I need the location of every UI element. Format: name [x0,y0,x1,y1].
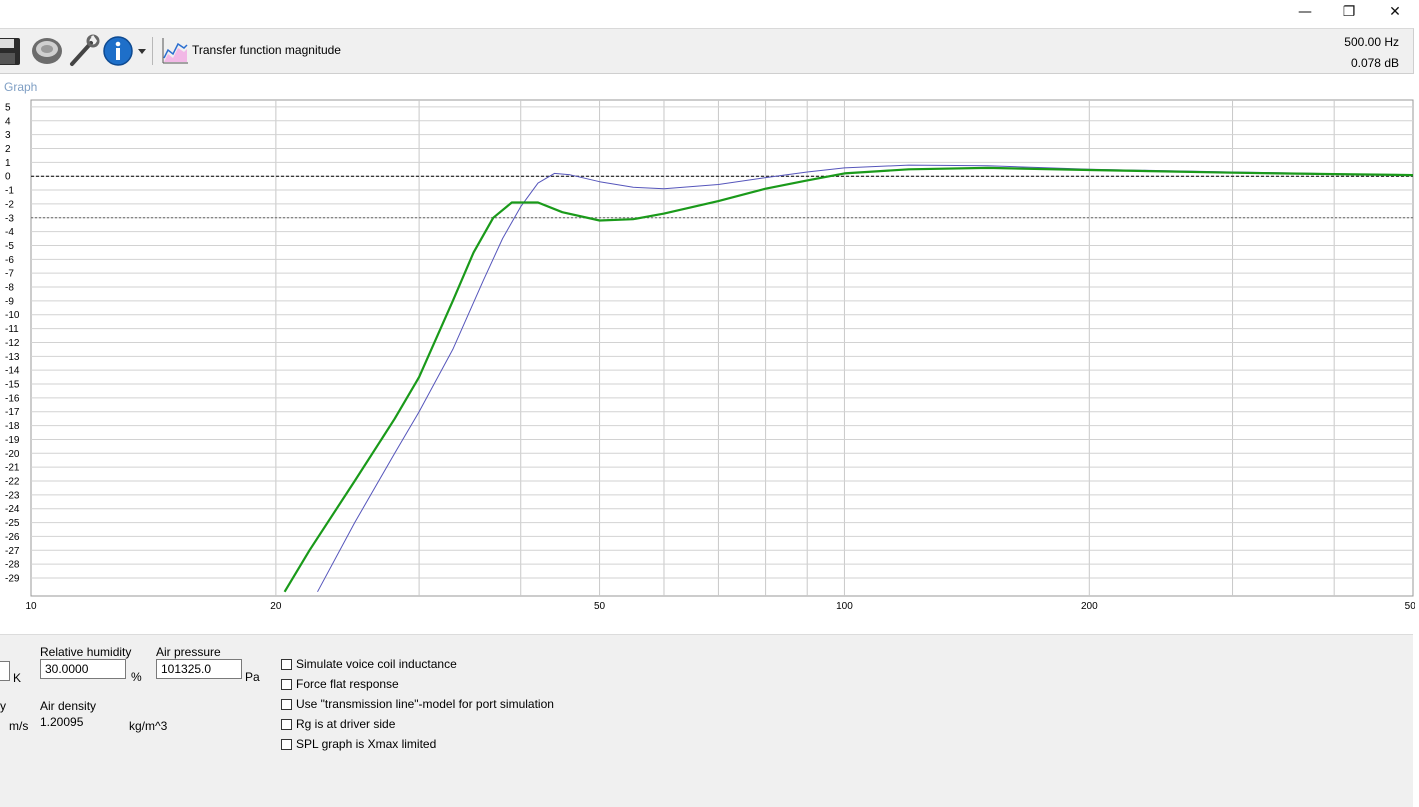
graph-icon[interactable] [158,34,192,68]
air-density-value: 1.20095 [40,715,84,729]
y-tick-label: -21 [5,463,20,474]
checkbox[interactable] [281,718,292,730]
cursor-frequency: 500.00 Hz [1344,35,1399,49]
speaker-icon[interactable] [30,34,64,68]
y-tick-label: 3 [5,130,11,141]
x-tick-label: 50 [594,601,606,612]
option-transmission-line-model[interactable]: Use "transmission line"-model for port s… [281,697,554,711]
dropdown-arrow-icon[interactable] [137,47,147,55]
x-tick-label: 100 [836,601,853,612]
close-button[interactable]: ✕ [1372,0,1418,24]
y-tick-label: -7 [5,269,14,280]
y-tick-label: -13 [5,352,20,363]
y-tick-label: -4 [5,227,14,238]
y-tick-label: -16 [5,393,20,404]
y-tick-label: -29 [5,573,20,584]
checkbox[interactable] [281,658,292,670]
option-spl-xmax-limited[interactable]: SPL graph is Xmax limited [281,737,436,751]
y-tick-label: 0 [5,172,11,183]
y-tick-label: -11 [5,324,19,335]
y-tick-label: -5 [5,241,14,252]
title-bar: — ❐ ✕ [0,0,1419,28]
x-tick-label: 10 [25,601,37,612]
checkbox[interactable] [281,738,292,750]
y-tick-label: -28 [5,560,20,571]
settings-panel: K Relative humidity 30.0000 % Air pressu… [0,634,1413,807]
humidity-unit: % [131,670,142,684]
y-tick-label: -14 [5,366,20,377]
speed-of-sound-unit: m/s [9,719,29,733]
graph-panel-label: Graph [4,80,38,94]
speed-of-sound-label-fragment: y [0,699,6,713]
y-tick-label: 5 [5,102,11,113]
wrench-icon[interactable] [66,34,100,68]
y-tick-label: -23 [5,490,20,501]
y-tick-label: -10 [5,310,20,321]
temperature-field-edge[interactable] [0,661,10,681]
y-tick-label: -6 [5,255,14,266]
y-tick-label: -2 [5,199,14,210]
humidity-label: Relative humidity [40,645,132,659]
plot-area [30,99,1414,597]
checkbox[interactable] [281,698,292,710]
restore-button[interactable]: ❐ [1326,0,1372,24]
save-icon[interactable] [0,34,22,68]
info-icon[interactable] [101,34,135,68]
y-tick-label: -17 [5,407,20,418]
y-tick-label: -27 [5,546,20,557]
air-density-label: Air density [40,699,97,713]
graph-mode-label[interactable]: Transfer function magnitude [192,43,341,57]
pressure-label: Air pressure [156,645,221,659]
option-rg-at-driver-side[interactable]: Rg is at driver side [281,717,395,731]
minimize-icon: — [1298,4,1312,20]
y-tick-label: -15 [5,380,20,391]
minimize-button[interactable]: — [1282,0,1328,24]
y-tick-label: 1 [5,158,11,169]
option-simulate-voice-coil-inductance[interactable]: Simulate voice coil inductance [281,657,457,671]
y-tick-label: -1 [5,186,14,197]
temperature-unit: K [13,671,22,685]
y-tick-label: 4 [5,116,11,127]
humidity-field[interactable]: 30.0000 [40,659,126,679]
cursor-level: 0.078 dB [1350,56,1399,70]
air-density-unit: kg/m^3 [129,719,168,733]
close-icon: ✕ [1389,4,1401,20]
y-tick-label: -20 [5,449,20,460]
checkbox[interactable] [281,678,292,690]
toolbar: Transfer function magnitude 500.00 Hz 0.… [0,28,1414,74]
y-tick-label: -26 [5,532,20,543]
y-tick-label: -8 [5,283,14,294]
pressure-field[interactable]: 101325.0 [156,659,242,679]
y-tick-label: -24 [5,504,20,515]
toolbar-separator [152,37,153,65]
x-tick-label: 500 [1405,601,1415,612]
transfer-function-graph[interactable]: 543210-1-2-3-4-5-6-7-8-9-10-11-12-13-14-… [0,96,1415,616]
y-tick-label: -9 [5,296,14,307]
restore-icon: ❐ [1342,4,1356,20]
y-tick-label: -3 [5,213,14,224]
option-force-flat-response[interactable]: Force flat response [281,677,399,691]
y-tick-label: -19 [5,435,20,446]
y-tick-label: 2 [5,144,11,155]
x-tick-label: 20 [270,601,282,612]
x-tick-label: 200 [1081,601,1098,612]
y-tick-label: -12 [5,338,20,349]
y-tick-label: -22 [5,477,20,488]
y-tick-label: -25 [5,518,20,529]
pressure-unit: Pa [245,670,260,684]
y-tick-label: -18 [5,421,20,432]
